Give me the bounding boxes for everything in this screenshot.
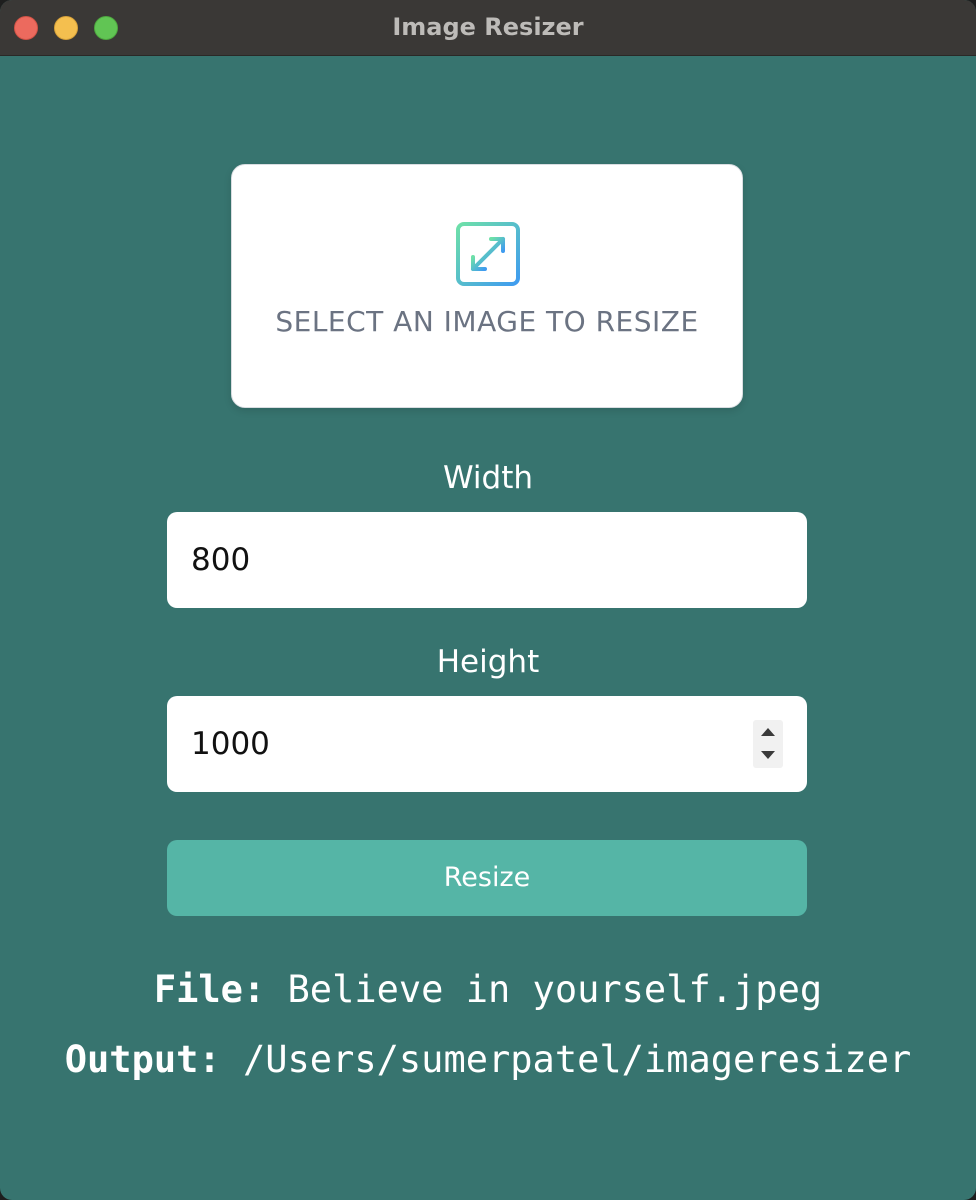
- height-stepper[interactable]: [753, 720, 783, 768]
- stepper-up-icon[interactable]: [753, 720, 783, 744]
- output-info: Output: /Users/sumerpatel/imageresizer: [0, 1038, 976, 1081]
- resize-button[interactable]: Resize: [167, 840, 807, 916]
- resize-icon: [456, 222, 520, 286]
- height-input-value: 1000: [191, 726, 270, 762]
- output-info-value: /Users/sumerpatel/imageresizer: [242, 1038, 912, 1081]
- width-label: Width: [442, 460, 534, 496]
- output-info-label: Output:: [64, 1038, 221, 1081]
- select-image-label: SELECT AN IMAGE TO RESIZE: [275, 305, 699, 338]
- file-info-value: Believe in yourself.jpeg: [287, 968, 823, 1011]
- title-bar: Image Resizer: [0, 0, 976, 56]
- file-info: File: Believe in yourself.jpeg: [0, 968, 976, 1011]
- app-window: Image Resizer SELECT AN IMAGE TO RESIZE …: [0, 0, 976, 1200]
- height-input[interactable]: 1000: [167, 696, 807, 792]
- stepper-down-icon[interactable]: [753, 744, 783, 768]
- width-input[interactable]: 800: [167, 512, 807, 608]
- select-image-button[interactable]: SELECT AN IMAGE TO RESIZE: [231, 164, 743, 408]
- window-title: Image Resizer: [392, 13, 584, 41]
- file-info-label: File:: [153, 968, 266, 1011]
- height-label: Height: [436, 644, 540, 680]
